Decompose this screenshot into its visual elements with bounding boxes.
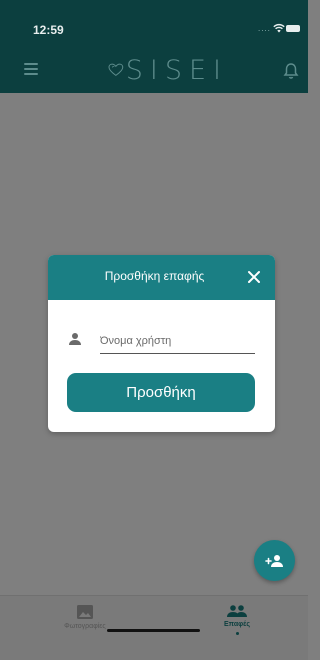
people-icon [227, 605, 247, 617]
app-logo: SISEI [108, 53, 228, 87]
add-button[interactable]: Προσθήκη [67, 373, 255, 412]
add-contact-dialog: Προσθήκη επαφής Προσθήκη [48, 255, 275, 432]
username-input[interactable] [100, 328, 255, 354]
nav-item-photos[interactable]: Φωτογραφίες [30, 604, 140, 630]
top-bar: 12:59 .... SISEI [0, 0, 308, 93]
hamburger-menu-icon[interactable] [24, 63, 38, 75]
signal-indicator: .... [258, 24, 271, 33]
heart-logo-icon [108, 63, 124, 77]
active-tab-indicator [235, 632, 239, 635]
wifi-icon [273, 23, 285, 33]
username-field [68, 328, 256, 358]
app-bar: SISEI [0, 50, 308, 93]
user-icon [69, 333, 81, 345]
dialog-title: Προσθήκη επαφής [104, 269, 205, 283]
status-time: 12:59 [33, 23, 64, 37]
add-person-icon [264, 554, 283, 567]
home-indicator[interactable] [107, 629, 200, 632]
status-bar: 12:59 .... [0, 0, 308, 50]
bell-icon[interactable] [283, 62, 299, 80]
add-person-fab[interactable] [254, 540, 295, 581]
bottom-navigation: Φωτογραφίες Επαφές [0, 595, 308, 660]
dialog-header: Προσθήκη επαφής [48, 255, 275, 300]
image-icon [77, 605, 93, 619]
nav-label-contacts: Επαφές [224, 621, 250, 628]
nav-label-photos: Φωτογραφίες [64, 623, 106, 630]
logo-text: SISEI [125, 54, 228, 86]
close-icon[interactable] [246, 269, 262, 285]
battery-icon [286, 25, 300, 32]
